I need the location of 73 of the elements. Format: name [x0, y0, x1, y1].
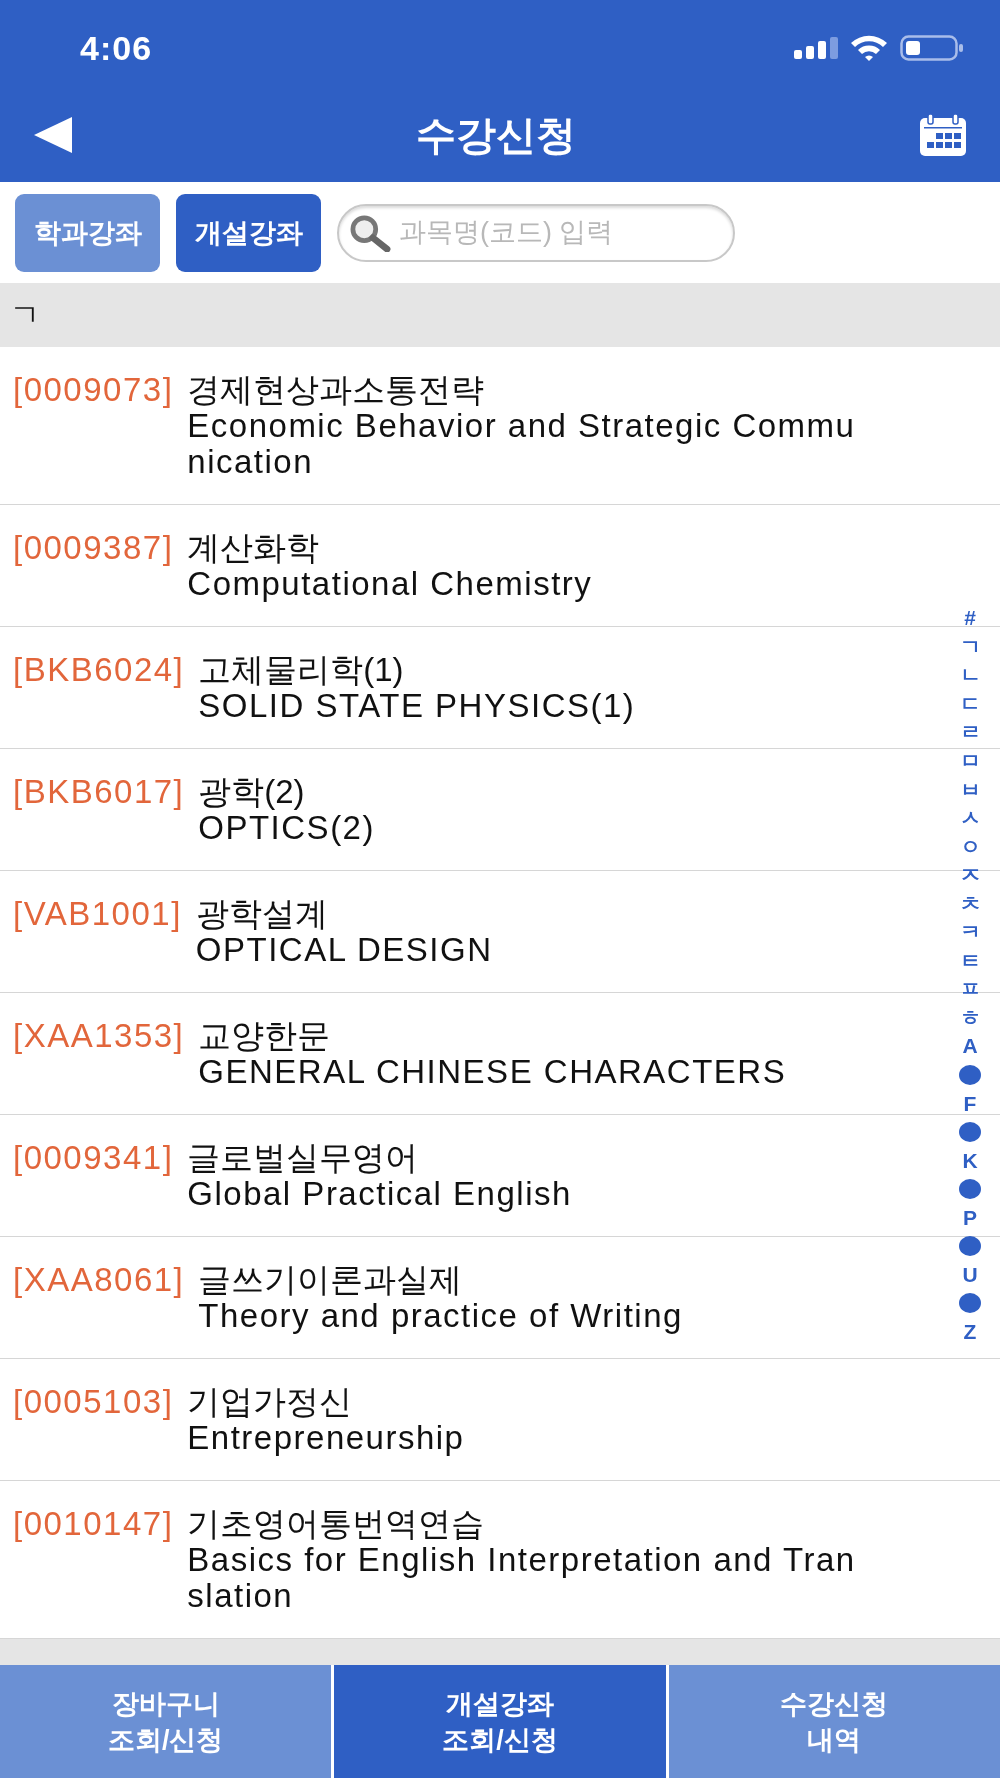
course-code: [0005103] — [13, 1384, 174, 1420]
course-english-title: Economic Behavior and Strategic Communication — [187, 408, 857, 480]
course-title: 광학(2) — [198, 774, 305, 810]
course-code: [0010147] — [13, 1506, 174, 1542]
index-letter[interactable]: ㄷ — [959, 689, 981, 719]
status-time: 4:06 — [80, 28, 153, 68]
calendar-icon — [920, 114, 966, 156]
dot-icon[interactable] — [959, 1236, 981, 1257]
dot-icon[interactable] — [959, 1122, 981, 1143]
index-letter[interactable]: ㅍ — [959, 975, 981, 1004]
course-title: 교양한문 — [198, 1018, 331, 1054]
course-english-title: Theory and practice of Writing — [198, 1298, 683, 1334]
dot-icon[interactable] — [959, 1179, 981, 1200]
course-title: 글로벌실무영어 — [187, 1140, 419, 1176]
course-title: 계산화학 — [187, 530, 320, 566]
index-letter[interactable]: ㅂ — [959, 775, 981, 804]
course-code: [XAA8061] — [13, 1262, 185, 1298]
index-letter[interactable]: ㄹ — [959, 718, 981, 747]
course-english-title: Entrepreneurship — [187, 1420, 465, 1456]
index-letter[interactable]: ㅁ — [959, 746, 981, 776]
index-letter[interactable]: ㄱ — [959, 632, 981, 662]
back-button[interactable] — [34, 117, 72, 153]
index-letter[interactable]: Z — [963, 1317, 977, 1347]
course-code: [BKB6017] — [13, 774, 185, 810]
course-english-title: Computational Chemistry — [187, 566, 593, 602]
index-letter[interactable]: P — [963, 1203, 977, 1233]
course-english-title: SOLID STATE PHYSICS(1) — [198, 688, 636, 724]
index-letter[interactable]: ㅊ — [959, 889, 981, 918]
course-title: 기초영어통번역연습 — [187, 1506, 485, 1542]
course-code: [VAB1001] — [13, 896, 182, 932]
screen-title: 수강신청 — [416, 111, 576, 159]
index-letter[interactable]: A — [962, 1032, 978, 1061]
course-english-title: GENERAL CHINESE CHARACTERS — [198, 1054, 787, 1090]
course-english-title: Basics for English Interpretation and Translation — [187, 1542, 857, 1614]
course-code: [XAA1353] — [13, 1018, 185, 1054]
index-letter[interactable]: # — [964, 604, 976, 633]
course-title: 글쓰기이론과실제 — [198, 1262, 463, 1298]
section-header: ㄱ — [0, 283, 1000, 347]
course-code: [BKB6024] — [13, 652, 185, 688]
course-english-title: OPTICS(2) — [198, 810, 375, 846]
dot-icon[interactable] — [959, 1065, 981, 1085]
course-code: [0009387] — [13, 530, 174, 566]
course-code: [0009073] — [13, 372, 174, 408]
bottom-tab[interactable]: 장바구니 조회/신청 — [0, 1665, 332, 1778]
course-title: 기업가정신 — [187, 1384, 353, 1420]
index-letter[interactable]: F — [963, 1089, 977, 1118]
index-letter[interactable]: ㅅ — [959, 803, 981, 833]
wifi-icon — [850, 34, 888, 62]
back-triangle-icon — [34, 117, 72, 153]
index-letter[interactable]: ㅇ — [959, 832, 981, 861]
dot-icon[interactable] — [959, 1293, 981, 1314]
course-english-title: OPTICAL DESIGN — [195, 932, 493, 968]
index-letter[interactable]: ㅋ — [959, 918, 981, 947]
signal-icon — [794, 37, 838, 59]
battery-icon — [900, 35, 964, 61]
course-title: 경제현상과소통전략 — [187, 372, 485, 408]
bottom-tab[interactable]: 수강신청 내역 — [668, 1665, 1000, 1778]
filter-tab[interactable]: 개설강좌 — [176, 193, 321, 272]
index-letter[interactable]: ㅈ — [959, 860, 981, 890]
course-english-title: Global Practical English — [187, 1176, 572, 1212]
search-icon — [349, 213, 391, 252]
course-title: 광학설계 — [195, 896, 328, 932]
filter-tab[interactable]: 학과강좌 — [15, 193, 160, 272]
index-letter[interactable]: ㄴ — [959, 661, 981, 690]
index-letter[interactable]: U — [962, 1260, 978, 1290]
calendar-button[interactable] — [920, 114, 966, 156]
index-letter[interactable]: ㅎ — [959, 1003, 981, 1033]
course-code: [0009341] — [13, 1140, 174, 1176]
course-title: 고체물리학(1) — [198, 652, 404, 688]
index-letter[interactable]: K — [962, 1146, 978, 1175]
search-field[interactable]: 과목명(코드) 입력 — [337, 203, 735, 262]
bottom-tab[interactable]: 개설강좌 조회/신청 — [334, 1665, 666, 1778]
index-letter[interactable]: ㅌ — [959, 946, 981, 976]
